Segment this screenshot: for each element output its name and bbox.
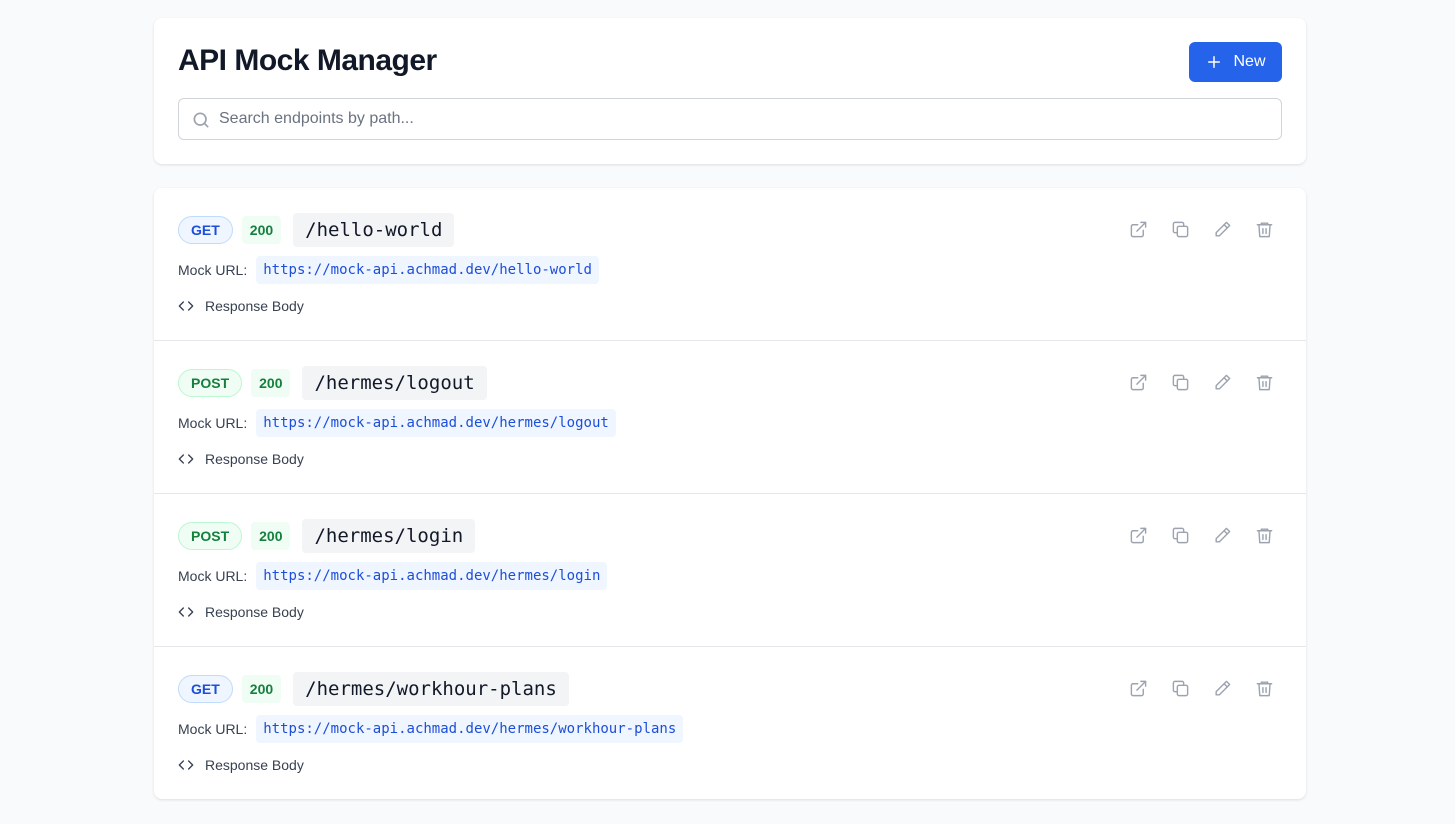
endpoint-path: /hermes/workhour-plans <box>293 672 569 706</box>
mock-url-link[interactable]: https://mock-api.achmad.dev/hermes/login <box>256 562 608 590</box>
endpoint-path: /hermes/login <box>302 519 476 553</box>
code-icon <box>178 454 194 464</box>
mock-url-line: Mock URL: https://mock-api.achmad.dev/he… <box>178 715 684 743</box>
copy-icon <box>1172 527 1188 543</box>
copy-endpoint-button[interactable] <box>1170 678 1190 698</box>
external-link-icon <box>1130 527 1146 543</box>
endpoint-row: GET 200 /hermes/workhour-plans Mock URL:… <box>154 647 1306 799</box>
search-icon <box>193 112 209 128</box>
endpoint-row: POST 200 /hermes/logout Mock URL: https:… <box>154 341 1306 494</box>
edit-icon <box>1214 374 1230 390</box>
code-icon <box>178 760 194 770</box>
external-link-icon <box>1130 374 1146 390</box>
response-body-toggle[interactable]: Response Body <box>178 755 304 775</box>
mock-url-line: Mock URL: https://mock-api.achmad.dev/he… <box>178 562 608 590</box>
response-body-label: Response Body <box>205 298 304 314</box>
edit-endpoint-button[interactable] <box>1212 372 1232 392</box>
copy-icon <box>1172 680 1188 696</box>
open-endpoint-button[interactable] <box>1128 219 1148 239</box>
row-actions <box>1128 678 1274 698</box>
delete-endpoint-button[interactable] <box>1254 525 1274 545</box>
mock-url-label: Mock URL: <box>178 415 248 431</box>
response-body-label: Response Body <box>205 451 304 467</box>
method-badge: GET <box>178 216 233 244</box>
page-title: API Mock Manager <box>178 44 437 77</box>
plus-icon <box>1208 56 1221 68</box>
mock-url-link[interactable]: https://mock-api.achmad.dev/hermes/logou… <box>256 409 616 437</box>
response-body-label: Response Body <box>205 757 304 773</box>
copy-endpoint-button[interactable] <box>1170 372 1190 392</box>
search-box <box>178 98 1282 140</box>
mock-url-label: Mock URL: <box>178 262 248 278</box>
delete-endpoint-button[interactable] <box>1254 372 1274 392</box>
status-badge: 200 <box>251 369 291 397</box>
status-badge: 200 <box>251 522 291 550</box>
endpoint-row: GET 200 /hello-world Mock URL: https://m… <box>154 188 1306 341</box>
mock-url-line: Mock URL: https://mock-api.achmad.dev/he… <box>178 256 599 284</box>
endpoint-header: POST 200 /hermes/login <box>178 519 476 553</box>
edit-endpoint-button[interactable] <box>1212 525 1232 545</box>
search-input[interactable] <box>219 99 1269 139</box>
status-badge: 200 <box>241 216 282 244</box>
code-icon <box>178 301 194 311</box>
method-badge: POST <box>178 369 243 397</box>
mock-url-link[interactable]: https://mock-api.achmad.dev/hello-world <box>256 256 599 284</box>
copy-endpoint-button[interactable] <box>1170 219 1190 239</box>
trash-icon <box>1256 374 1272 390</box>
mock-url-link[interactable]: https://mock-api.achmad.dev/hermes/workh… <box>256 715 684 743</box>
header-card: API Mock Manager New <box>154 18 1306 164</box>
open-endpoint-button[interactable] <box>1128 525 1148 545</box>
response-body-toggle[interactable]: Response Body <box>178 602 304 622</box>
endpoint-header: GET 200 /hello-world <box>178 213 455 247</box>
mock-url-label: Mock URL: <box>178 721 248 737</box>
row-actions <box>1128 372 1274 392</box>
trash-icon <box>1256 680 1272 696</box>
response-body-toggle[interactable]: Response Body <box>178 449 304 469</box>
copy-icon <box>1172 374 1188 390</box>
row-actions <box>1128 219 1274 239</box>
endpoint-header: GET 200 /hermes/workhour-plans <box>178 672 569 706</box>
response-body-label: Response Body <box>205 604 304 620</box>
endpoint-row: POST 200 /hermes/login Mock URL: https:/… <box>154 494 1306 647</box>
endpoint-header: POST 200 /hermes/logout <box>178 366 487 400</box>
endpoint-path: /hello-world <box>293 213 455 247</box>
edit-endpoint-button[interactable] <box>1212 678 1232 698</box>
copy-endpoint-button[interactable] <box>1170 525 1190 545</box>
trash-icon <box>1256 527 1272 543</box>
delete-endpoint-button[interactable] <box>1254 219 1274 239</box>
new-button-label: New <box>1233 53 1266 70</box>
new-endpoint-button[interactable]: New <box>1189 42 1282 82</box>
response-body-toggle[interactable]: Response Body <box>178 296 304 316</box>
code-icon <box>178 607 194 617</box>
copy-icon <box>1172 221 1188 237</box>
method-badge: GET <box>178 675 233 703</box>
delete-endpoint-button[interactable] <box>1254 678 1274 698</box>
method-badge: POST <box>178 522 243 550</box>
status-badge: 200 <box>241 675 282 703</box>
mock-url-label: Mock URL: <box>178 568 248 584</box>
open-endpoint-button[interactable] <box>1128 678 1148 698</box>
trash-icon <box>1256 221 1272 237</box>
open-endpoint-button[interactable] <box>1128 372 1148 392</box>
row-actions <box>1128 525 1274 545</box>
edit-endpoint-button[interactable] <box>1212 219 1232 239</box>
mock-url-line: Mock URL: https://mock-api.achmad.dev/he… <box>178 409 616 437</box>
edit-icon <box>1214 527 1230 543</box>
edit-icon <box>1214 680 1230 696</box>
external-link-icon <box>1130 221 1146 237</box>
endpoint-list: GET 200 /hello-world Mock URL: https://m… <box>154 188 1306 799</box>
edit-icon <box>1214 221 1230 237</box>
external-link-icon <box>1130 680 1146 696</box>
endpoint-path: /hermes/logout <box>302 366 487 400</box>
